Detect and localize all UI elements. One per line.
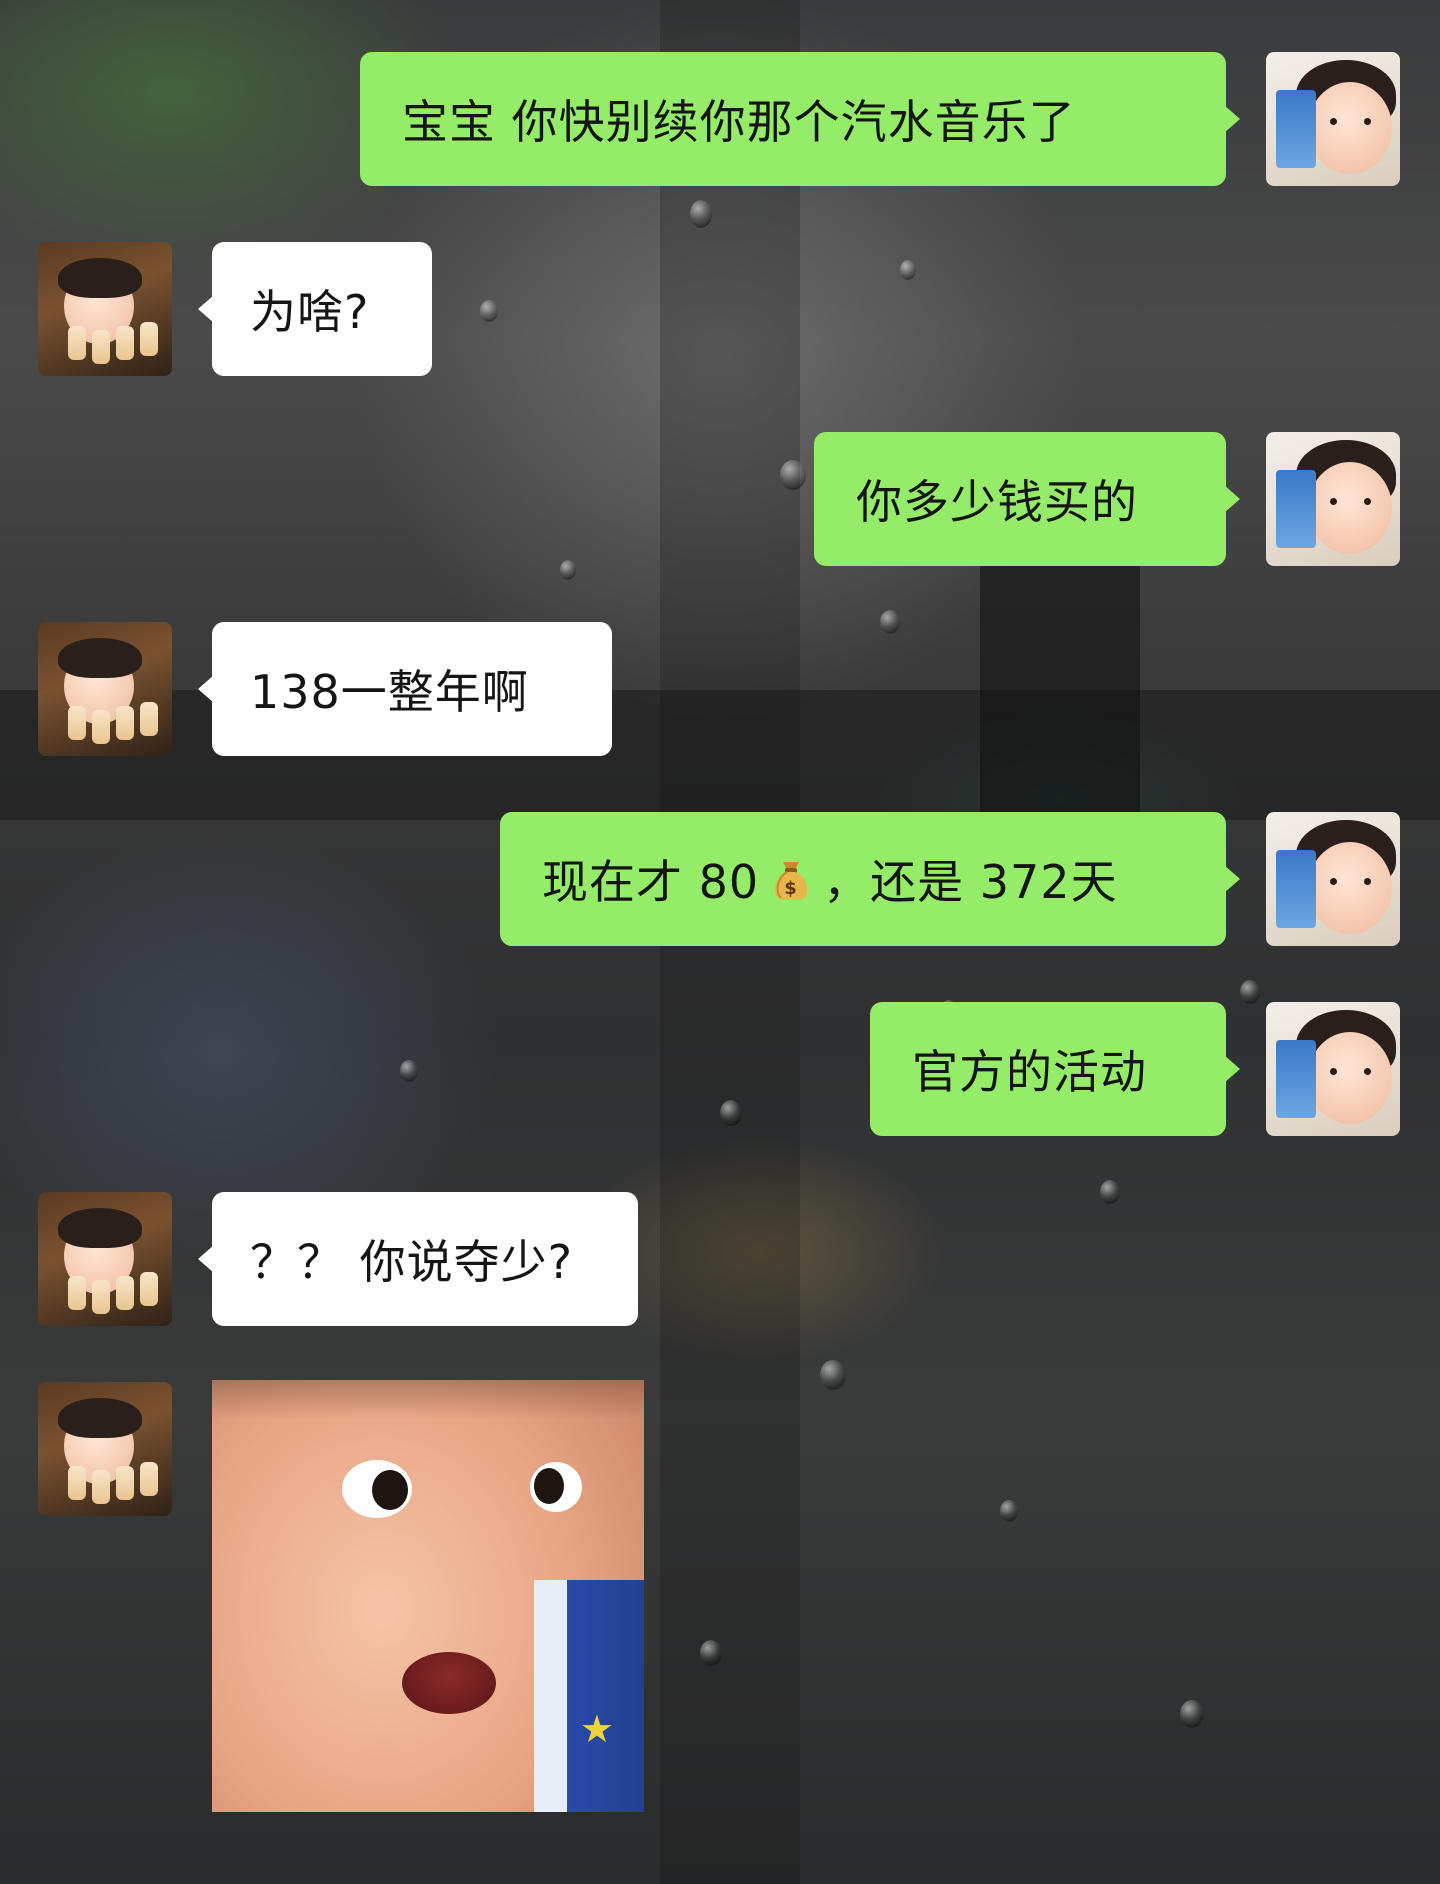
friend-avatar[interactable] [38,1192,172,1326]
message-text-before: 现在才 80 [542,855,760,909]
message-text: 你多少钱买的 [856,475,1138,529]
avatar-eye [1364,498,1371,505]
message-text: 138一整年啊 [250,665,529,719]
avatar-hair [58,1208,142,1248]
my-avatar[interactable] [1266,52,1400,186]
avatar-bottle [140,1462,158,1496]
avatar-bottle [140,1272,158,1306]
avatar-eye [1330,498,1337,505]
sticker-hairline [212,1380,644,1420]
message-bubble-incoming[interactable]: 为啥? [198,242,432,376]
avatar-eye [1330,118,1337,125]
avatar-bottle [92,710,110,744]
sticker-pupil [534,1468,564,1504]
avatar-bottle [116,326,134,360]
avatar-bottle [68,706,86,740]
avatar-cup [1276,1040,1316,1118]
avatar-bottle [92,330,110,364]
avatar-cup [1276,850,1316,928]
avatar-eye [1330,878,1337,885]
avatar-bottle [68,1276,86,1310]
message-bubble-outgoing[interactable]: 现在才 80 $ ，还是 372天 [500,812,1240,946]
message-bubble-outgoing[interactable]: 官方的活动 [870,1002,1240,1136]
my-avatar[interactable] [1266,812,1400,946]
message-text: 为啥? [250,285,370,339]
sticker-pupil [372,1470,408,1510]
avatar-bottle [68,326,86,360]
message-text: 宝宝 你快别续你那个汽水音乐了 [402,95,1076,149]
avatar-face [1308,842,1392,934]
my-avatar[interactable] [1266,1002,1400,1136]
surprised-baby-sticker[interactable]: ★ [212,1380,644,1812]
friend-avatar[interactable] [38,622,172,756]
avatar-bottle [92,1280,110,1314]
avatar-bottle [116,1466,134,1500]
avatar-hair [58,258,142,298]
message-bubble-incoming[interactable]: ？？ 你说夺少? [198,1192,638,1326]
message-bubble-incoming[interactable]: 138一整年啊 [198,622,612,756]
message-bubble-outgoing[interactable]: 你多少钱买的 [814,432,1240,566]
chat-thread: 宝宝 你快别续你那个汽水音乐了 为啥? 你多少钱买的 138一整年啊 现在才 8… [0,0,1440,1884]
avatar-eye [1330,1068,1337,1075]
avatar-eye [1364,1068,1371,1075]
avatar-eye [1364,878,1371,885]
avatar-bottle [68,1466,86,1500]
avatar-bottle [116,1276,134,1310]
avatar-bottle [140,702,158,736]
avatar-eye [1364,118,1371,125]
avatar-bottle [116,706,134,740]
avatar-cup [1276,470,1316,548]
avatar-hair [58,1398,142,1438]
message-bubble-outgoing[interactable]: 宝宝 你快别续你那个汽水音乐了 [360,52,1240,186]
my-avatar[interactable] [1266,432,1400,566]
avatar-bottle [92,1470,110,1504]
avatar-face [1308,82,1392,174]
avatar-hair [58,638,142,678]
avatar-cup [1276,90,1316,168]
friend-avatar[interactable] [38,1382,172,1516]
money-bag-icon: $ [769,856,813,902]
message-text: ？？ 你说夺少? [250,1235,574,1289]
sticker-mouth [402,1652,496,1714]
svg-text:$: $ [784,878,798,899]
avatar-face [1308,1032,1392,1124]
friend-avatar[interactable] [38,242,172,376]
message-text: 官方的活动 [912,1045,1147,1099]
star-icon: ★ [579,1707,614,1751]
sticker-flag [534,1580,644,1812]
avatar-bottle [140,322,158,356]
avatar-face [1308,462,1392,554]
message-text-after: ，还是 372天 [823,855,1118,909]
